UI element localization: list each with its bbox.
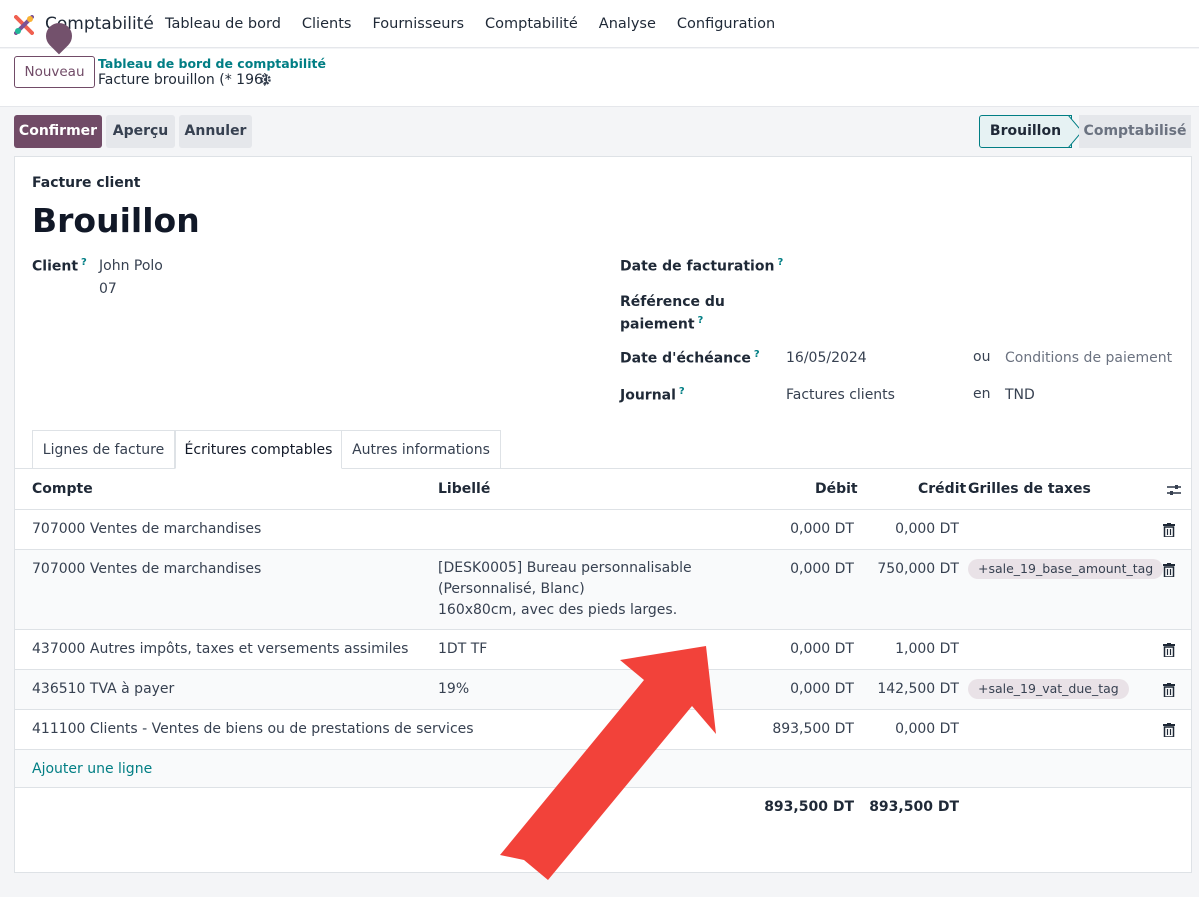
help-icon[interactable]: ? [754,349,760,360]
row-account: 436510 TVA à payer [32,681,175,697]
header-debit[interactable]: Débit [815,481,858,497]
menu-configuration[interactable]: Configuration [677,16,775,32]
invoice-date-label: Date de facturation? [620,257,783,275]
top-navbar: Comptabilité Tableau de bord Clients Fou… [0,0,1199,48]
row-label: [DESK0005] Bureau personnalisable (Perso… [438,558,738,621]
add-line-link[interactable]: Ajouter une ligne [32,761,152,777]
row-debit: 893,500 DT [772,721,854,737]
journal-label: Journal? [620,386,685,404]
total-debit: 893,500 DT [764,799,854,815]
row-credit: 0,000 DT [895,721,959,737]
journal-field[interactable]: Factures clients [786,387,895,403]
row-account: 437000 Autres impôts, taxes et versement… [32,641,409,657]
help-icon[interactable]: ? [698,315,704,326]
due-date-label: Date d'échéance? [620,349,760,367]
table-row[interactable]: 707000 Ventes de marchandises [DESK0005]… [15,549,1191,629]
add-line-row: Ajouter une ligne [15,749,1191,787]
row-account: 411100 Clients - Ventes de biens ou de p… [32,721,474,737]
payment-ref-label-line2: paiement? [620,315,703,333]
total-credit: 893,500 DT [869,799,959,815]
row-credit: 1,000 DT [895,641,959,657]
row-account: 707000 Ventes de marchandises [32,521,262,537]
payment-ref-label-line1: Référence du [620,294,725,310]
preview-button[interactable]: Aperçu [106,115,175,148]
header-label[interactable]: Libellé [438,481,490,497]
payment-ref-label-text: paiement [620,316,695,333]
document-type: Facture client [32,175,141,191]
record-name: Facture brouillon (* 196) [98,72,269,88]
table-row[interactable]: 411100 Clients - Ventes de biens ou de p… [15,709,1191,749]
breadcrumb-link[interactable]: Tableau de bord de comptabilité [98,56,326,71]
tab-other-info[interactable]: Autres informations [341,430,501,469]
row-label-line: [DESK0005] Bureau personnalisable [438,560,692,576]
row-label: 1DT TF [438,641,488,657]
client-label: Client? [32,257,87,275]
menu-tableau-de-bord[interactable]: Tableau de bord [165,16,281,32]
due-date-label-text: Date d'échéance [620,350,751,367]
invoice-date-label-text: Date de facturation [620,258,775,275]
table-row[interactable]: 436510 TVA à payer 19% 0,000 DT 142,500 … [15,669,1191,709]
row-label-line: (Personnalisé, Blanc) [438,581,585,597]
table-row[interactable]: 437000 Autres impôts, taxes et versement… [15,629,1191,669]
trash-icon[interactable] [1163,563,1175,577]
status-draft[interactable]: Brouillon [979,115,1072,148]
row-credit: 0,000 DT [895,521,959,537]
journal-label-text: Journal [620,387,676,404]
help-icon[interactable]: ? [777,257,783,268]
new-button[interactable]: Nouveau [14,56,95,88]
cancel-button[interactable]: Annuler [179,115,252,148]
confirm-button[interactable]: Confirmer [14,115,102,148]
row-debit: 0,000 DT [790,561,854,577]
row-credit: 142,500 DT [877,681,959,697]
client-name[interactable]: John Polo [99,258,163,274]
header-credit[interactable]: Crédit [918,481,966,497]
status-posted[interactable]: Comptabilisé [1079,115,1191,148]
trash-icon[interactable] [1163,523,1175,537]
row-label-line: 160x80cm, avec des pieds larges. [438,602,678,618]
invoice-sheet: Facture client Brouillon Client? John Po… [14,156,1192,873]
due-date-field[interactable]: 16/05/2024 [786,350,867,366]
menu-analyse[interactable]: Analyse [599,16,656,32]
tab-journal-items[interactable]: Écritures comptables [175,430,342,469]
menu-comptabilite[interactable]: Comptabilité [485,16,578,32]
currency-field[interactable]: TND [1005,387,1035,403]
totals-row: 893,500 DT 893,500 DT [15,787,1191,827]
client-label-text: Client [32,258,79,275]
trash-icon[interactable] [1163,643,1175,657]
row-account: 707000 Ventes de marchandises [32,561,262,577]
tab-invoice-lines[interactable]: Lignes de facture [32,430,175,469]
or-text: ou [973,349,991,365]
trash-icon[interactable] [1163,723,1175,737]
help-icon[interactable]: ? [679,386,685,397]
column-settings-icon[interactable] [1166,482,1182,498]
tax-tag[interactable]: +sale_19_base_amount_tag [968,559,1164,579]
row-debit: 0,000 DT [790,521,854,537]
header-tax-grids[interactable]: Grilles de taxes [968,481,1091,497]
client-extra: 07 [99,281,117,297]
tax-tag[interactable]: +sale_19_vat_due_tag [968,679,1129,699]
gear-icon[interactable] [259,73,272,86]
menu-fournisseurs[interactable]: Fournisseurs [372,16,464,32]
app-logo-icon[interactable] [14,15,34,35]
payment-terms-field[interactable]: Conditions de paiement [1005,350,1172,366]
row-credit: 750,000 DT [877,561,959,577]
row-debit: 0,000 DT [790,641,854,657]
header-account[interactable]: Compte [32,481,93,497]
table-row[interactable]: 707000 Ventes de marchandises 0,000 DT 0… [15,509,1191,549]
row-label: 19% [438,681,470,697]
document-title: Brouillon [32,201,200,240]
in-text: en [973,386,991,402]
trash-icon[interactable] [1163,683,1175,697]
help-icon[interactable]: ? [81,257,87,268]
main-menu: Tableau de bord Clients Fournisseurs Com… [165,16,796,32]
menu-clients[interactable]: Clients [302,16,352,32]
row-debit: 0,000 DT [790,681,854,697]
control-panel: Nouveau Tableau de bord de comptabilité … [0,49,1199,107]
